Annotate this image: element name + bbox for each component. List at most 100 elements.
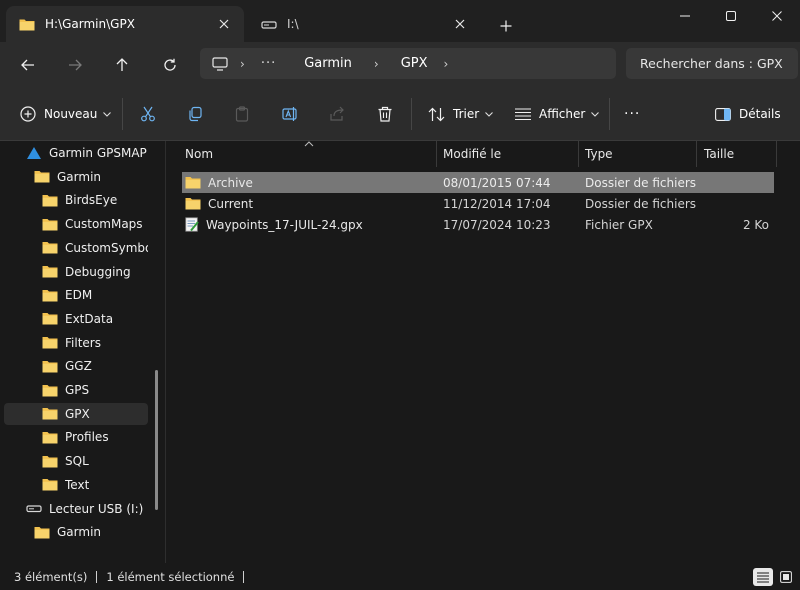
folder-icon — [34, 171, 50, 183]
view-label: Afficher — [539, 107, 586, 121]
file-row[interactable]: Archive 08/01/2015 07:44 Dossier de fichie… — [182, 172, 774, 193]
gpx-file-icon — [185, 217, 199, 232]
new-tab-button[interactable] — [494, 14, 518, 38]
paste-button[interactable] — [234, 100, 250, 128]
details-view-icon — [757, 571, 769, 583]
sidebar-item-lecteur-usb-i[interactable]: Lecteur USB (I:) — [4, 498, 148, 520]
close-icon[interactable] — [450, 14, 470, 34]
tab-gpx[interactable]: H:\Garmin\GPX — [6, 6, 244, 42]
sidebar-item-text[interactable]: Text — [4, 474, 148, 496]
folder-icon — [42, 266, 58, 278]
column-header-size[interactable]: Taille — [697, 141, 777, 167]
sidebar-item-birdseye[interactable]: BirdsEye — [4, 189, 148, 211]
forward-button[interactable] — [60, 50, 90, 80]
file-name-cell: Archive — [185, 172, 253, 193]
sidebar-item-label: Lecteur USB (I:) — [49, 501, 144, 516]
sidebar-item-debugging[interactable]: Debugging — [4, 261, 148, 283]
view-button[interactable]: Afficher — [515, 100, 600, 128]
sidebar-item-customsymbols[interactable]: CustomSymbols — [4, 237, 148, 259]
details-view-button[interactable] — [753, 568, 773, 586]
address-row: › ··· Garmin › GPX › Rechercher dans : G… — [0, 42, 800, 88]
drive-icon — [261, 20, 277, 29]
sidebar-item-gps[interactable]: GPS — [4, 379, 148, 401]
sidebar-item-edm[interactable]: EDM — [4, 284, 148, 306]
sidebar-item-label: CustomSymbols — [65, 240, 148, 255]
column-header-name[interactable]: Nom — [179, 141, 437, 167]
minimize-icon — [680, 15, 690, 17]
close-window-button[interactable] — [754, 0, 800, 32]
sidebar-item-label: GPS — [65, 383, 90, 397]
tab-drive-i[interactable]: I:\ — [248, 6, 480, 42]
device-icon — [27, 147, 41, 159]
copy-icon — [189, 106, 202, 122]
sidebar-item-sql[interactable]: SQL — [4, 450, 148, 472]
up-button[interactable] — [107, 50, 137, 80]
copy-button[interactable] — [187, 100, 203, 128]
status-bar: 3 élément(s) 1 élément sélectionné — [0, 563, 800, 590]
rename-icon — [282, 107, 297, 121]
details-pane-icon — [715, 107, 731, 121]
file-row[interactable]: Waypoints_17-JUIL-24.gpx 17/07/2024 10:23… — [182, 214, 774, 235]
sidebar-item-garmin[interactable]: Garmin — [4, 166, 148, 188]
share-button[interactable] — [329, 100, 345, 128]
close-icon — [772, 11, 782, 21]
arrow-up-icon — [116, 58, 128, 71]
folder-icon — [42, 360, 58, 373]
more-options-button[interactable]: ··· — [622, 100, 640, 128]
column-header-type[interactable]: Type — [579, 141, 697, 167]
divider — [96, 570, 98, 583]
sidebar-item-label: ExtData — [65, 311, 114, 326]
folder-icon — [42, 218, 58, 231]
tiles-view-button[interactable] — [776, 568, 796, 586]
sidebar-item-filters[interactable]: Filters — [4, 332, 148, 354]
sidebar-item-label: Text — [65, 477, 90, 492]
divider — [243, 570, 245, 583]
maximize-button[interactable] — [708, 0, 754, 32]
maximize-icon — [726, 11, 736, 21]
command-bar: Nouveau Trier Afficher ··· Détails — [0, 88, 800, 141]
file-row[interactable]: Current 11/12/2014 17:04 Dossier de fichie… — [182, 193, 774, 214]
sidebar-item-ggz[interactable]: GGZ — [4, 355, 148, 377]
rename-button[interactable] — [282, 100, 300, 128]
minimize-button[interactable] — [662, 0, 708, 32]
new-label: Nouveau — [44, 107, 98, 121]
search-input[interactable]: Rechercher dans : GPX — [626, 48, 798, 79]
search-placeholder: Rechercher dans : GPX — [640, 56, 783, 71]
cut-button[interactable] — [140, 100, 156, 128]
details-label: Détails — [739, 107, 781, 121]
chevron-down-icon — [591, 111, 600, 117]
sidebar-item-label: SQL — [65, 454, 89, 469]
details-button[interactable]: Détails — [715, 100, 781, 128]
arrow-right-icon — [69, 59, 82, 71]
sidebar-scrollbar[interactable] — [155, 370, 158, 510]
folder-icon — [19, 19, 35, 30]
file-name: Current — [208, 196, 254, 211]
plus-circle-icon — [20, 106, 36, 122]
chevron-right-icon[interactable]: › — [444, 57, 449, 71]
tab-label: I:\ — [287, 17, 299, 31]
close-icon[interactable] — [214, 14, 234, 34]
sidebar-item-label: Filters — [65, 335, 101, 350]
sidebar-item-gpx[interactable]: GPX — [4, 402, 148, 425]
sidebar-item-custommaps[interactable]: CustomMaps — [4, 213, 148, 235]
chevron-right-icon: › — [373, 56, 379, 71]
folder-icon — [34, 526, 50, 539]
delete-button[interactable] — [377, 100, 393, 128]
file-name: Waypoints_17-JUIL-24.gpx — [206, 217, 363, 232]
new-button[interactable]: Nouveau — [20, 100, 112, 128]
breadcrumb-garmin[interactable]: Garmin — [304, 56, 352, 71]
breadcrumb-overflow[interactable]: ··· — [261, 56, 276, 71]
scissors-icon — [141, 106, 155, 122]
folder-icon — [42, 384, 58, 396]
address-bar[interactable]: › ··· Garmin › GPX › — [200, 48, 616, 79]
sidebar-item-garmin[interactable]: Garmin — [4, 521, 148, 543]
sidebar-item-profiles[interactable]: Profiles — [4, 426, 148, 448]
column-header-modified[interactable]: Modifié le — [437, 141, 579, 167]
sort-button[interactable]: Trier — [428, 100, 494, 128]
refresh-button[interactable] — [155, 50, 185, 80]
sidebar-item-label: Profiles — [65, 430, 109, 445]
sidebar-item-garmin-gpsmap-64[interactable]: Garmin GPSMAP 64 — [4, 142, 148, 164]
back-button[interactable] — [13, 50, 43, 80]
sidebar-item-extdata[interactable]: ExtData — [4, 308, 148, 330]
breadcrumb-gpx[interactable]: GPX — [401, 56, 428, 71]
